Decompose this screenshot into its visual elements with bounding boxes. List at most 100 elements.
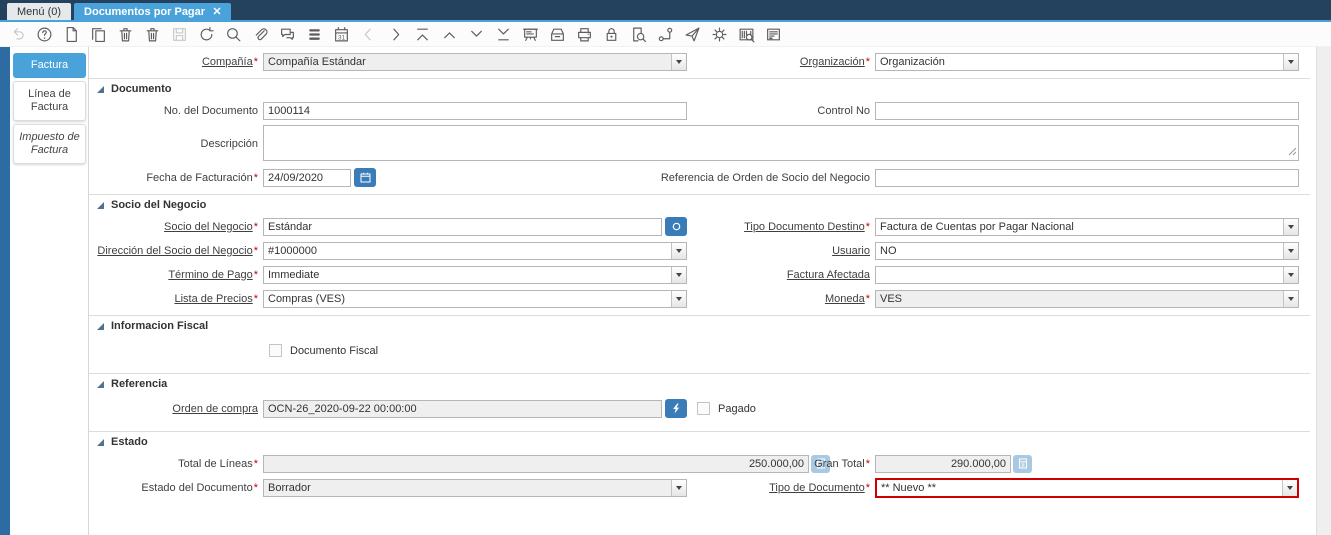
lock-icon[interactable] — [602, 25, 620, 43]
form-area: Compañía * Compañía Estándar Organización… — [88, 47, 1331, 535]
moneda-combo[interactable]: VES — [875, 289, 1299, 308]
product-info-icon[interactable] — [737, 25, 755, 43]
business-partner-info-button[interactable] — [665, 217, 687, 236]
factura-afectada-combo[interactable] — [875, 265, 1299, 284]
organizacion-value: Organización — [880, 55, 945, 68]
print-icon[interactable] — [575, 25, 593, 43]
request-icon[interactable] — [683, 25, 701, 43]
referencia-orden-input[interactable] — [875, 168, 1299, 187]
parent-record-icon — [359, 25, 377, 43]
control-no-input[interactable] — [875, 101, 1299, 120]
record-info-icon[interactable] — [629, 25, 647, 43]
chat-icon[interactable] — [278, 25, 296, 43]
collapse-triangle-icon[interactable] — [97, 322, 104, 330]
tab-documentos-label: Documentos por Pagar — [84, 5, 206, 18]
attachment-icon[interactable] — [251, 25, 269, 43]
new-record-icon[interactable] — [62, 25, 80, 43]
archive-icon[interactable] — [548, 25, 566, 43]
section-estado: Estado — [89, 431, 1310, 448]
tab-menu-label: Menú (0) — [17, 5, 62, 18]
previous-record-icon[interactable] — [440, 25, 458, 43]
tipo-doc-destino-combo[interactable]: Factura de Cuentas por Pagar Nacional — [875, 217, 1299, 236]
collapse-triangle-icon[interactable] — [97, 438, 104, 446]
calculator-icon[interactable] — [1013, 454, 1032, 473]
referencia-orden-label: Referencia de Orden de Socio del Negocio — [660, 171, 870, 184]
compania-combo[interactable]: Compañía Estándar — [263, 52, 687, 71]
collapse-triangle-icon[interactable] — [97, 201, 104, 209]
detail-record-icon[interactable] — [386, 25, 404, 43]
total-lineas-label: Total de Líneas * — [178, 457, 258, 470]
workflow-icon[interactable] — [656, 25, 674, 43]
usuario-label: Usuario — [832, 244, 870, 257]
delete-record-icon[interactable] — [116, 25, 134, 43]
tab-menu[interactable]: Menú (0) — [7, 3, 72, 20]
socio-negocio-input[interactable]: Estándar — [263, 217, 662, 236]
tipo-documento-combo[interactable]: ** Nuevo ** — [875, 478, 1299, 498]
chevron-down-icon[interactable] — [1283, 242, 1298, 259]
lista-precios-combo[interactable]: Compras (VES) — [263, 289, 687, 308]
gran-total-input: 290.000,00 — [875, 454, 1011, 473]
descripcion-textarea[interactable] — [263, 125, 1299, 161]
sidebar-tab-factura[interactable]: Factura — [13, 53, 86, 78]
chevron-down-icon[interactable] — [671, 242, 686, 259]
tab-documentos-por-pagar[interactable]: Documentos por Pagar — [74, 3, 232, 20]
resize-handle-icon[interactable] — [1288, 147, 1297, 159]
zoom-across-button[interactable] — [665, 399, 687, 418]
chevron-down-icon[interactable] — [1283, 266, 1298, 283]
first-record-icon[interactable] — [413, 25, 431, 43]
estado-documento-combo[interactable]: Borrador — [263, 479, 687, 497]
chevron-down-icon[interactable] — [671, 53, 686, 70]
fecha-facturacion-input[interactable]: 24/09/2020 — [263, 168, 351, 187]
termino-pago-label: Término de Pago * — [168, 268, 258, 281]
report-window-icon[interactable] — [764, 25, 782, 43]
factura-afectada-label: Factura Afectada — [786, 268, 870, 281]
report-icon[interactable] — [521, 25, 539, 43]
chevron-down-icon[interactable] — [671, 266, 686, 283]
chevron-down-icon[interactable] — [1283, 218, 1298, 235]
section-informacion-fiscal: Informacion Fiscal — [89, 315, 1310, 332]
collapse-triangle-icon[interactable] — [97, 85, 104, 93]
grid-toggle-icon[interactable] — [305, 25, 323, 43]
pagado-checkbox[interactable] — [697, 402, 710, 415]
next-record-icon[interactable] — [467, 25, 485, 43]
descripcion-label: Descripción — [200, 138, 258, 150]
left-accent-bar — [0, 47, 10, 535]
find-icon[interactable] — [224, 25, 242, 43]
sidebar-tab-impuesto-de-factura[interactable]: Impuesto de Factura — [13, 124, 86, 164]
close-icon[interactable] — [213, 6, 221, 18]
tipo-doc-destino-label: Tipo Documento Destino * — [744, 220, 870, 233]
no-documento-input[interactable]: 1000114 — [263, 101, 687, 120]
vertical-scrollbar[interactable] — [1316, 47, 1331, 535]
last-record-icon[interactable] — [494, 25, 512, 43]
copy-record-icon[interactable] — [89, 25, 107, 43]
calendar-icon[interactable]: 31 — [332, 25, 350, 43]
window-tab-bar: Menú (0) Documentos por Pagar — [0, 0, 1331, 20]
preference-icon[interactable] — [710, 25, 728, 43]
help-icon[interactable] — [35, 25, 53, 43]
orden-compra-input[interactable]: OCN-26_2020-09-22 00:00:00 — [263, 399, 662, 418]
documento-fiscal-checkbox[interactable] — [269, 344, 282, 357]
termino-pago-combo[interactable]: Immediate — [263, 265, 687, 284]
chevron-down-icon[interactable] — [1283, 290, 1298, 307]
direccion-socio-value: #1000000 — [268, 244, 317, 257]
chevron-down-icon[interactable] — [671, 480, 686, 496]
organizacion-combo[interactable]: Organización — [875, 52, 1299, 71]
collapse-triangle-icon[interactable] — [97, 380, 104, 388]
usuario-combo[interactable]: NO — [875, 241, 1299, 260]
calendar-picker-button[interactable] — [354, 168, 376, 187]
chevron-down-icon[interactable] — [1283, 53, 1298, 70]
no-documento-label: No. del Documento — [163, 104, 258, 117]
lista-precios-value: Compras (VES) — [268, 292, 346, 305]
sidebar-tab-linea-de-factura[interactable]: Línea de Factura — [13, 81, 86, 121]
factura-afectada-value — [876, 267, 1283, 283]
direccion-socio-combo[interactable]: #1000000 — [263, 241, 687, 260]
tipo-documento-label: Tipo de Documento * — [769, 482, 870, 494]
tipo-doc-destino-value: Factura de Cuentas por Pagar Nacional — [880, 220, 1074, 233]
refresh-icon[interactable] — [197, 25, 215, 43]
chevron-down-icon[interactable] — [1282, 480, 1297, 496]
chevron-down-icon[interactable] — [671, 290, 686, 307]
moneda-label: Moneda * — [824, 292, 870, 305]
delete-selection-icon[interactable] — [143, 25, 161, 43]
section-socio-del-negocio: Socio del Negocio — [89, 194, 1310, 211]
tab-sidebar: Factura Línea de Factura Impuesto de Fac… — [10, 47, 88, 535]
